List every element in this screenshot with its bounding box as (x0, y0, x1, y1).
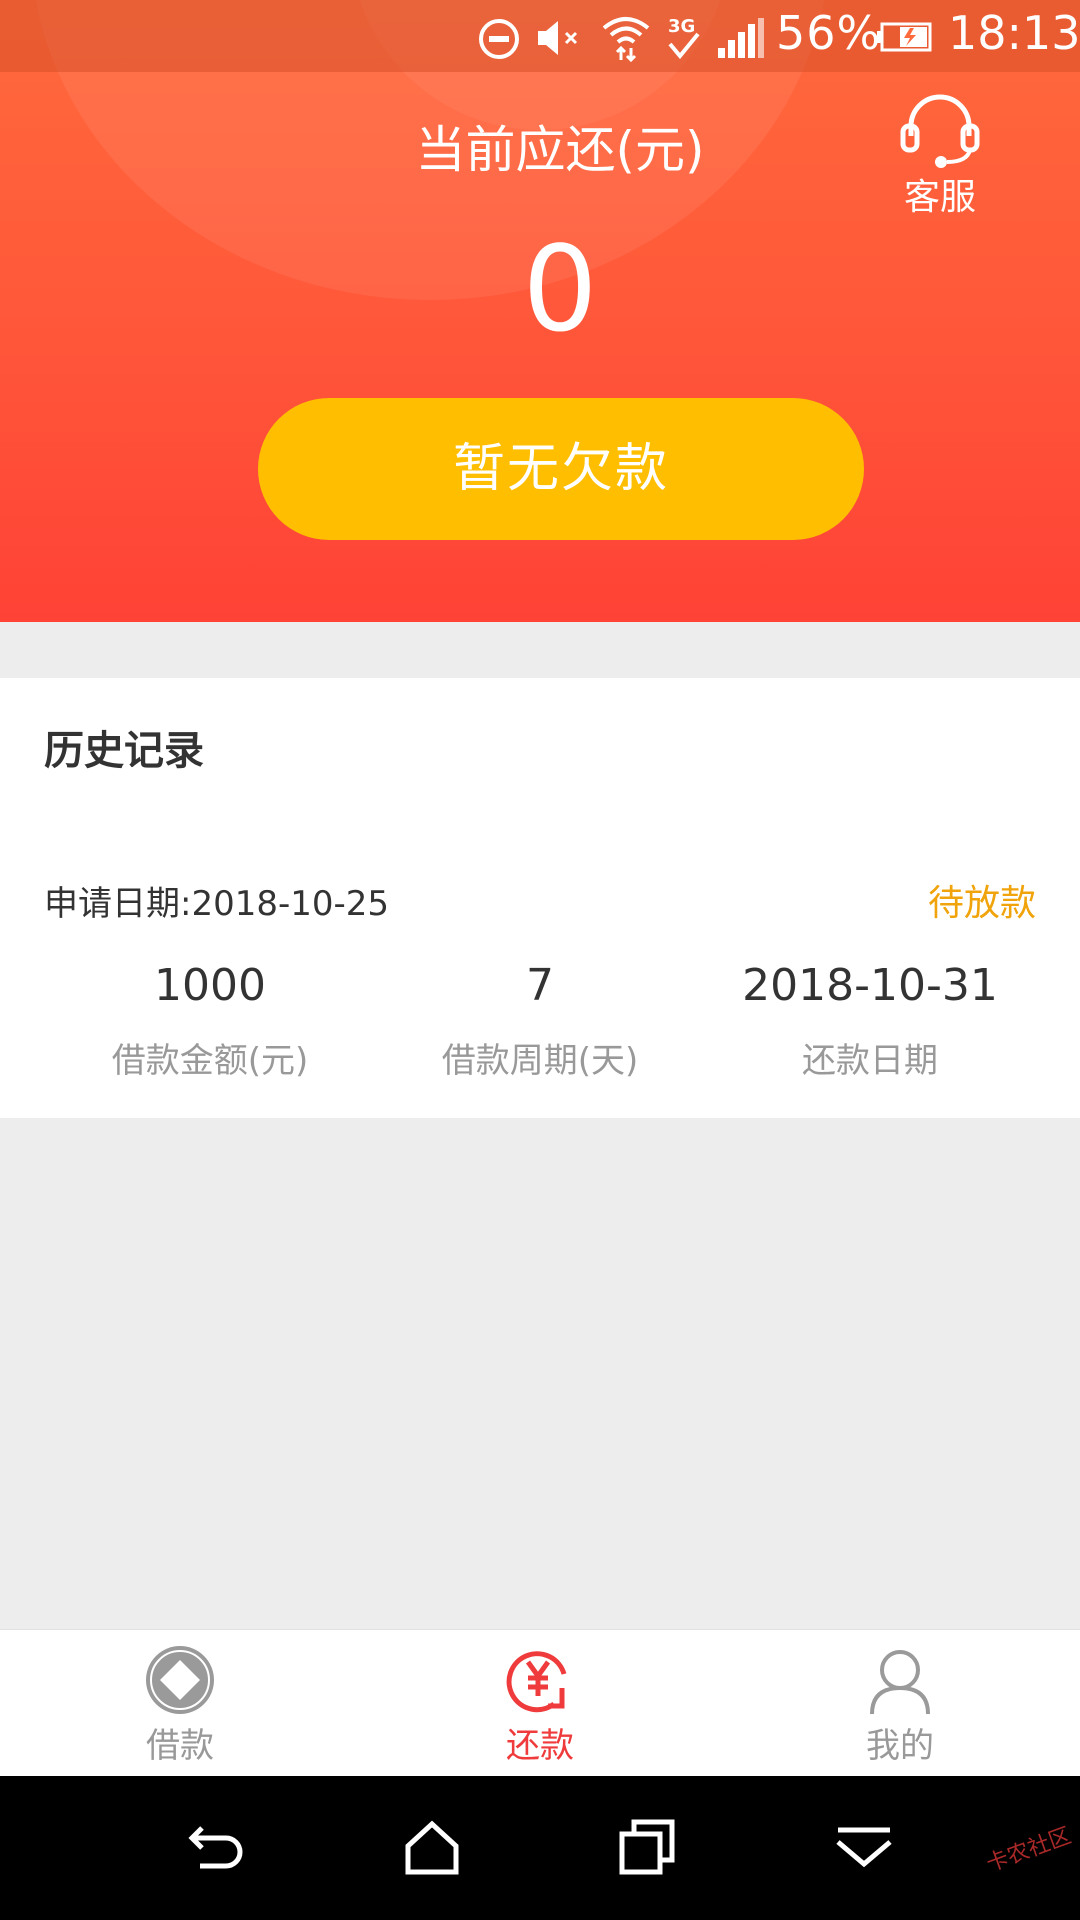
tab-loan-label: 借款 (146, 1726, 214, 1766)
wifi-icon (602, 17, 650, 62)
clock: 18:13 (948, 6, 1080, 60)
history-title: 历史记录 (44, 728, 204, 774)
no-debt-button[interactable]: 暂无欠款 (258, 398, 864, 540)
repay-date-stat: 2018-10-31 还款日期 (705, 960, 1035, 1082)
apply-date: 申请日期:2018-10-25 (44, 884, 390, 924)
customer-service-button[interactable]: 客服 (890, 90, 980, 220)
loan-diamond-icon (146, 1646, 214, 1714)
svg-text:3G: 3G (668, 16, 695, 37)
3g-signal-icon: 3G (668, 16, 700, 60)
loan-period-value: 7 (526, 960, 554, 1011)
repay-date-value: 2018-10-31 (742, 960, 998, 1011)
battery-charging-icon (877, 22, 932, 52)
status-bar: 3G 56% 18:13 (0, 0, 1080, 72)
notification-shade-icon[interactable] (832, 1816, 896, 1880)
system-nav-bar (0, 1776, 1080, 1920)
loan-amount-label: 借款金额(元) (111, 1041, 309, 1081)
tab-mine-label: 我的 (866, 1726, 934, 1766)
cell-signal-icon (718, 18, 764, 58)
recent-apps-icon[interactable] (616, 1816, 680, 1880)
profile-icon (870, 1650, 930, 1715)
history-card: 历史记录 申请日期:2018-10-25 待放款 1000 借款金额(元) 7 … (0, 678, 1080, 1118)
bottom-tab-bar: 借款 还款 我的 (0, 1629, 1080, 1777)
home-icon[interactable] (400, 1816, 464, 1880)
loan-amount-stat: 1000 借款金额(元) (45, 960, 375, 1082)
loan-period-stat: 7 借款周期(天) (375, 960, 705, 1082)
repay-date-label: 还款日期 (802, 1041, 938, 1081)
headset-icon (900, 94, 980, 168)
repayment-header: 3G 56% 18:13 当前应还(元) 客服 0 暂无欠款 (0, 0, 1080, 622)
loan-period-label: 借款周期(天) (441, 1041, 639, 1081)
tab-repay[interactable]: 还款 (440, 1630, 640, 1777)
do-not-disturb-icon (479, 19, 519, 59)
tab-mine[interactable]: 我的 (800, 1630, 1000, 1777)
mute-icon (538, 21, 578, 55)
amount-due: 0 (522, 220, 598, 358)
status-badge: 待放款 (927, 883, 1036, 924)
battery-percent: 56% (776, 6, 882, 60)
tab-loan[interactable]: 借款 (80, 1630, 280, 1777)
repay-yen-icon (506, 1651, 567, 1713)
customer-service-label: 客服 (903, 177, 976, 218)
back-icon[interactable] (186, 1816, 250, 1880)
tab-repay-label: 还款 (506, 1726, 574, 1766)
loan-amount-value: 1000 (154, 960, 266, 1011)
